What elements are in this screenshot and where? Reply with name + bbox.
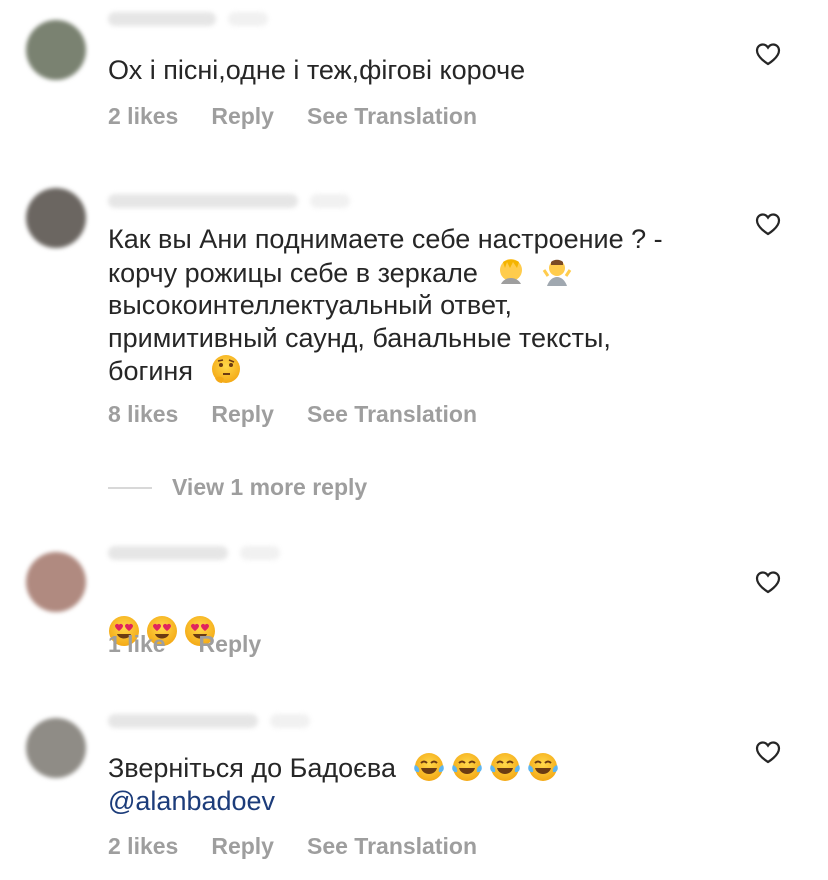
heart-outline-icon[interactable] bbox=[755, 740, 781, 764]
reply-button[interactable]: Reply bbox=[199, 630, 262, 658]
username-blurred[interactable] bbox=[108, 12, 268, 26]
comment-emoji-row bbox=[108, 582, 748, 616]
comment-line: примитивный саунд, банальные тексты, bbox=[108, 322, 611, 353]
see-translation-button[interactable]: See Translation bbox=[307, 400, 477, 428]
see-translation-button[interactable]: See Translation bbox=[307, 102, 477, 130]
mention-link[interactable]: @alanbadoev bbox=[108, 785, 748, 818]
comment-text: Как вы Ани поднимаете себе настроение ? … bbox=[108, 223, 748, 388]
comment-text: Зверніться до Бадоєва @alanbadoev bbox=[108, 751, 748, 817]
comment-line: высокоинтеллектуальный ответ, bbox=[108, 290, 512, 320]
username-blurred[interactable] bbox=[108, 714, 310, 728]
comment-actions: 1 like Reply bbox=[108, 630, 261, 658]
reply-button[interactable]: Reply bbox=[211, 832, 274, 860]
comment-actions: 8 likes Reply See Translation bbox=[108, 400, 477, 428]
comment-line: Как вы Ани поднимаете себе настроение ? … bbox=[108, 224, 663, 254]
comment-line: богиня bbox=[108, 354, 748, 388]
tears-of-joy-emoji bbox=[527, 751, 559, 783]
username-blurred[interactable] bbox=[108, 546, 280, 560]
tears-of-joy-emoji bbox=[451, 751, 483, 783]
see-translation-button[interactable]: See Translation bbox=[307, 832, 477, 860]
username-blurred[interactable] bbox=[108, 194, 350, 208]
thinking-face-emoji bbox=[212, 355, 241, 383]
avatar[interactable] bbox=[26, 188, 86, 248]
view-more-label: View 1 more reply bbox=[172, 474, 368, 500]
likes-count[interactable]: 1 like bbox=[108, 630, 166, 658]
heart-outline-icon[interactable] bbox=[755, 42, 781, 66]
heart-outline-icon[interactable] bbox=[755, 570, 781, 594]
comment-line: Зверніться до Бадоєва bbox=[108, 751, 748, 785]
likes-count[interactable]: 2 likes bbox=[108, 102, 178, 130]
likes-count[interactable]: 8 likes bbox=[108, 400, 178, 428]
avatar[interactable] bbox=[26, 552, 86, 612]
comment-actions: 2 likes Reply See Translation bbox=[108, 832, 477, 860]
avatar[interactable] bbox=[26, 20, 86, 80]
tears-of-joy-emoji bbox=[489, 751, 521, 783]
comment-actions: 2 likes Reply See Translation bbox=[108, 102, 477, 130]
facepalm-emoji bbox=[500, 258, 523, 284]
likes-count[interactable]: 2 likes bbox=[108, 832, 178, 860]
tears-of-joy-emoji bbox=[413, 751, 445, 783]
heart-outline-icon[interactable] bbox=[755, 212, 781, 236]
comment-line: корчу рожицы себе в зеркале bbox=[108, 256, 748, 290]
avatar[interactable] bbox=[26, 718, 86, 778]
comment-text: Ох і пісні,одне і теж,фігові короче bbox=[108, 55, 526, 85]
reply-button[interactable]: Reply bbox=[211, 102, 274, 130]
divider-line bbox=[108, 486, 152, 489]
shrug-emoji bbox=[542, 259, 572, 286]
view-more-replies[interactable]: View 1 more reply bbox=[108, 474, 367, 501]
reply-button[interactable]: Reply bbox=[211, 400, 274, 428]
